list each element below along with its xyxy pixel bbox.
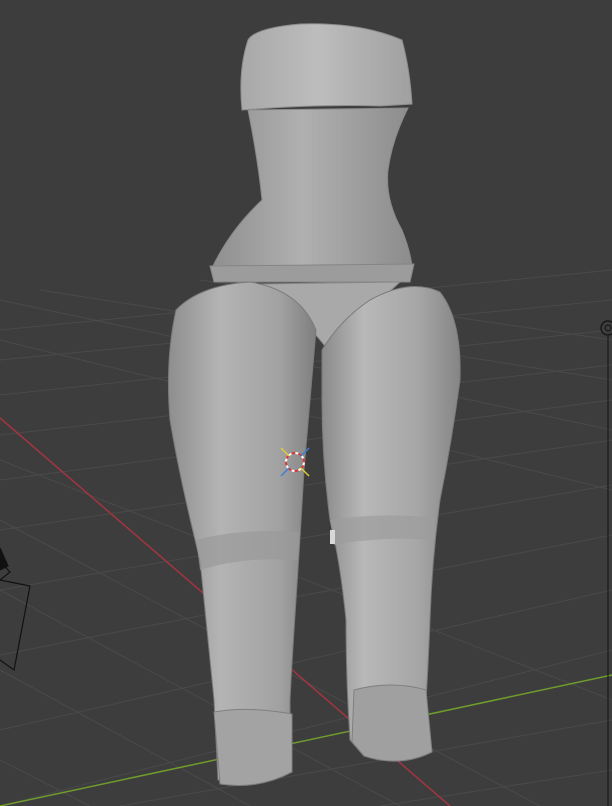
3d-viewport[interactable] [0,0,612,806]
mesh-left-boot[interactable] [213,708,293,786]
mesh-right-boot[interactable] [351,684,433,762]
light-icon[interactable] [600,320,612,806]
mesh-sliver [330,530,335,544]
mesh-chest[interactable] [240,23,413,111]
y-axis-line [0,674,612,806]
viewport-canvas[interactable] [0,0,612,806]
mesh-belt [209,263,415,283]
mesh-torso[interactable] [211,107,413,269]
mesh-object[interactable] [167,23,461,786]
